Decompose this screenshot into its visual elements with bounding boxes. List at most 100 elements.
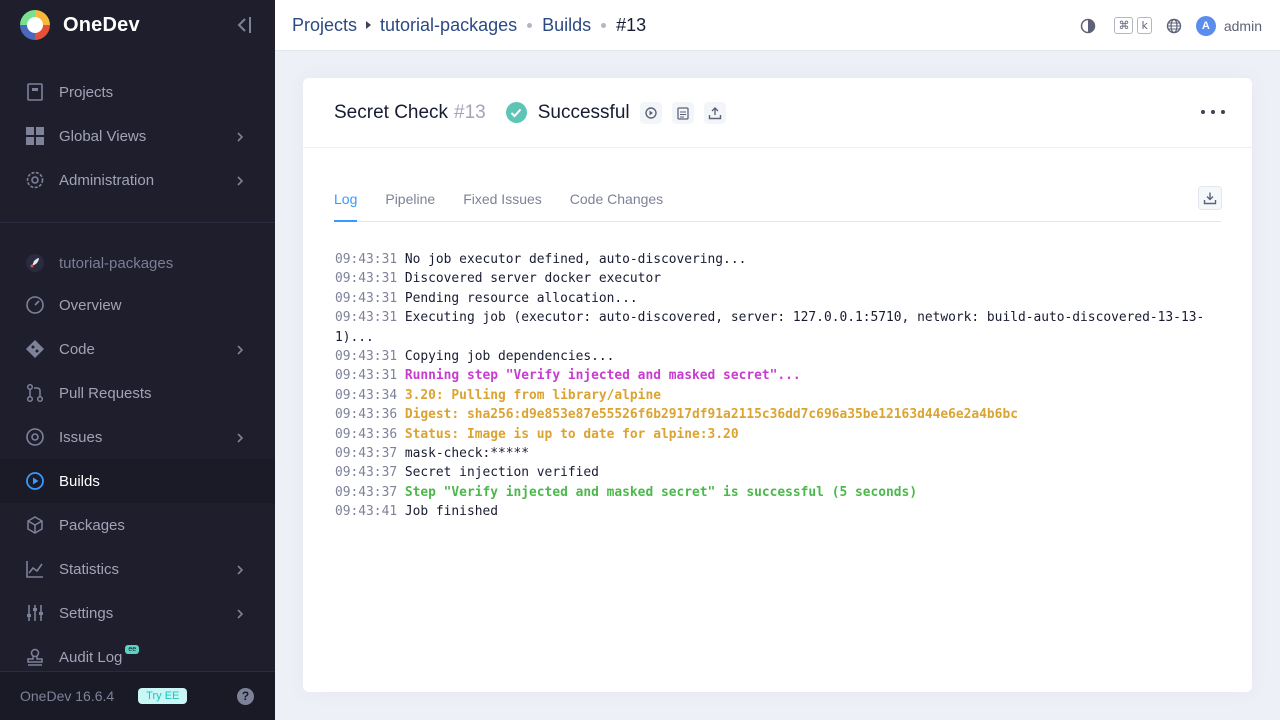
log-timestamp: 09:43:31 — [335, 271, 398, 287]
log-line: 09:43:31 No job executor defined, auto-d… — [335, 250, 1220, 269]
topbar: Projects tutorial-packages Builds #13 ⌘ … — [275, 0, 1280, 51]
log-message: Digest: sha256:d9e853e87e55526f6b2917df9… — [404, 407, 1018, 423]
play-circle-icon — [25, 471, 45, 491]
chevron-right-icon — [236, 431, 244, 443]
log-line: 09:43:31 Executing job (executor: auto-d… — [335, 308, 1220, 347]
user-name[interactable]: admin — [1224, 18, 1262, 34]
overview-icon — [25, 295, 45, 315]
sidebar-footer: OneDev 16.6.4 Try EE ? — [0, 671, 275, 720]
log-message: Executing job (executor: auto-discovered… — [335, 310, 1205, 345]
log-line: 09:43:31 Discovered server docker execut… — [335, 269, 1220, 288]
theme-toggle-icon[interactable] — [1080, 18, 1096, 34]
log-line: 09:43:31 Pending resource allocation... — [335, 289, 1220, 308]
log-line: 09:43:34 3.20: Pulling from library/alpi… — [335, 386, 1220, 405]
log-timestamp: 09:43:31 — [335, 290, 398, 306]
build-card: Secret Check #13 Successful Log Pipeline… — [303, 78, 1252, 692]
log-timestamp: 09:43:41 — [335, 504, 398, 520]
log-message: Secret injection verified — [404, 465, 599, 481]
sidebar-item-label: Administration — [59, 171, 155, 189]
log-line: 09:43:36 Digest: sha256:d9e853e87e55526f… — [335, 405, 1220, 424]
log-line: 09:43:37 mask-check:***** — [335, 444, 1220, 463]
avatar[interactable]: A — [1195, 15, 1216, 36]
sidebar-item-issues[interactable]: Issues — [0, 415, 275, 459]
sidebar-item-builds[interactable]: Builds — [0, 459, 275, 503]
try-ee-button[interactable]: Try EE — [138, 688, 188, 704]
log-timestamp: 09:43:31 — [335, 368, 398, 384]
collapse-sidebar-icon[interactable] — [234, 14, 254, 36]
breadcrumb-arrow-icon — [366, 21, 372, 29]
administration-icon — [25, 170, 45, 190]
clipboard-button[interactable] — [671, 101, 694, 124]
sidebar-item-label: Code — [59, 340, 95, 358]
log-line: 09:43:31 Running step "Verify injected a… — [335, 366, 1220, 385]
tab-log[interactable]: Log — [334, 178, 358, 222]
project-name: tutorial-packages — [59, 254, 174, 272]
stamp-icon — [25, 647, 45, 667]
rebuild-button[interactable] — [639, 101, 662, 124]
upload-button[interactable] — [703, 101, 726, 124]
build-header: Secret Check #13 Successful — [303, 78, 1252, 148]
sidebar-item-label: Settings — [59, 604, 114, 622]
sidebar-item-pull-requests[interactable]: Pull Requests — [0, 371, 275, 415]
breadcrumb-build-number: #13 — [616, 14, 647, 35]
sidebar-item-overview[interactable]: Overview — [0, 283, 275, 327]
command-palette-shortcut[interactable]: ⌘ k — [1110, 17, 1152, 34]
sidebar-item-global-views[interactable]: Global Views — [0, 114, 275, 158]
more-options-icon[interactable] — [1201, 104, 1225, 120]
log-message: Step "Verify injected and masked secret"… — [404, 484, 918, 500]
breadcrumb-builds[interactable]: Builds — [542, 15, 591, 36]
success-check-icon — [505, 102, 527, 123]
tab-fixed-issues[interactable]: Fixed Issues — [463, 178, 542, 222]
sidebar-item-label: Overview — [59, 296, 122, 314]
sidebar-item-projects[interactable]: Projects — [0, 70, 275, 114]
chevron-right-icon — [236, 130, 244, 142]
kbd-k: k — [1137, 17, 1152, 34]
download-log-button[interactable] — [1198, 186, 1222, 210]
build-log: 09:43:31 No job executor defined, auto-d… — [335, 250, 1220, 522]
version-text: OneDev 16.6.4 — [20, 688, 115, 704]
sidebar-item-label: Pull Requests — [59, 384, 152, 402]
log-timestamp: 09:43:31 — [335, 349, 398, 365]
breadcrumb-separator — [527, 22, 533, 28]
log-message: Status: Image is up to date for alpine:3… — [404, 426, 739, 442]
log-timestamp: 09:43:37 — [335, 484, 398, 500]
sidebar-item-statistics[interactable]: Statistics — [0, 547, 275, 591]
log-message: mask-check:***** — [404, 446, 530, 462]
sidebar-item-label: Issues — [59, 428, 103, 446]
projects-icon — [25, 82, 45, 102]
header-actions: ⌘ k A admin — [1080, 0, 1262, 51]
breadcrumb-project[interactable]: tutorial-packages — [380, 15, 517, 36]
job-name: Secret Check — [334, 101, 449, 123]
global-views-icon — [25, 126, 45, 146]
sidebar-item-label: Statistics — [59, 560, 120, 578]
sidebar-item-packages[interactable]: Packages — [0, 503, 275, 547]
build-tabs: Log Pipeline Fixed Issues Code Changes — [334, 178, 1221, 222]
chevron-right-icon — [236, 563, 244, 575]
build-status: Successful — [537, 101, 630, 123]
sidebar-item-administration[interactable]: Administration — [0, 158, 275, 202]
code-icon — [25, 339, 45, 359]
sidebar-divider — [0, 222, 275, 223]
tab-code-changes[interactable]: Code Changes — [570, 178, 663, 222]
chevron-right-icon — [236, 607, 244, 619]
sidebar-project-header[interactable]: tutorial-packages — [0, 241, 275, 285]
log-timestamp: 09:43:36 — [335, 407, 398, 423]
brand[interactable]: OneDev — [0, 0, 275, 50]
package-icon — [25, 515, 45, 535]
log-line: 09:43:41 Job finished — [335, 502, 1220, 521]
statistics-icon — [25, 559, 45, 579]
brand-name: OneDev — [63, 13, 140, 36]
breadcrumb-projects[interactable]: Projects — [292, 15, 357, 36]
log-timestamp: 09:43:31 — [335, 310, 398, 326]
log-timestamp: 09:43:31 — [335, 252, 398, 267]
log-message: Pending resource allocation... — [404, 290, 638, 306]
ee-badge: ee — [125, 644, 140, 654]
sidebar-item-label: Projects — [59, 83, 114, 101]
help-icon[interactable]: ? — [237, 688, 254, 705]
sidebar-item-code[interactable]: Code — [0, 327, 275, 371]
tab-pipeline[interactable]: Pipeline — [385, 178, 435, 222]
globe-icon[interactable] — [1166, 18, 1182, 34]
sidebar-item-settings[interactable]: Settings — [0, 591, 275, 635]
pull-request-icon — [25, 383, 45, 403]
log-line: 09:43:37 Step "Verify injected and maske… — [335, 483, 1220, 502]
